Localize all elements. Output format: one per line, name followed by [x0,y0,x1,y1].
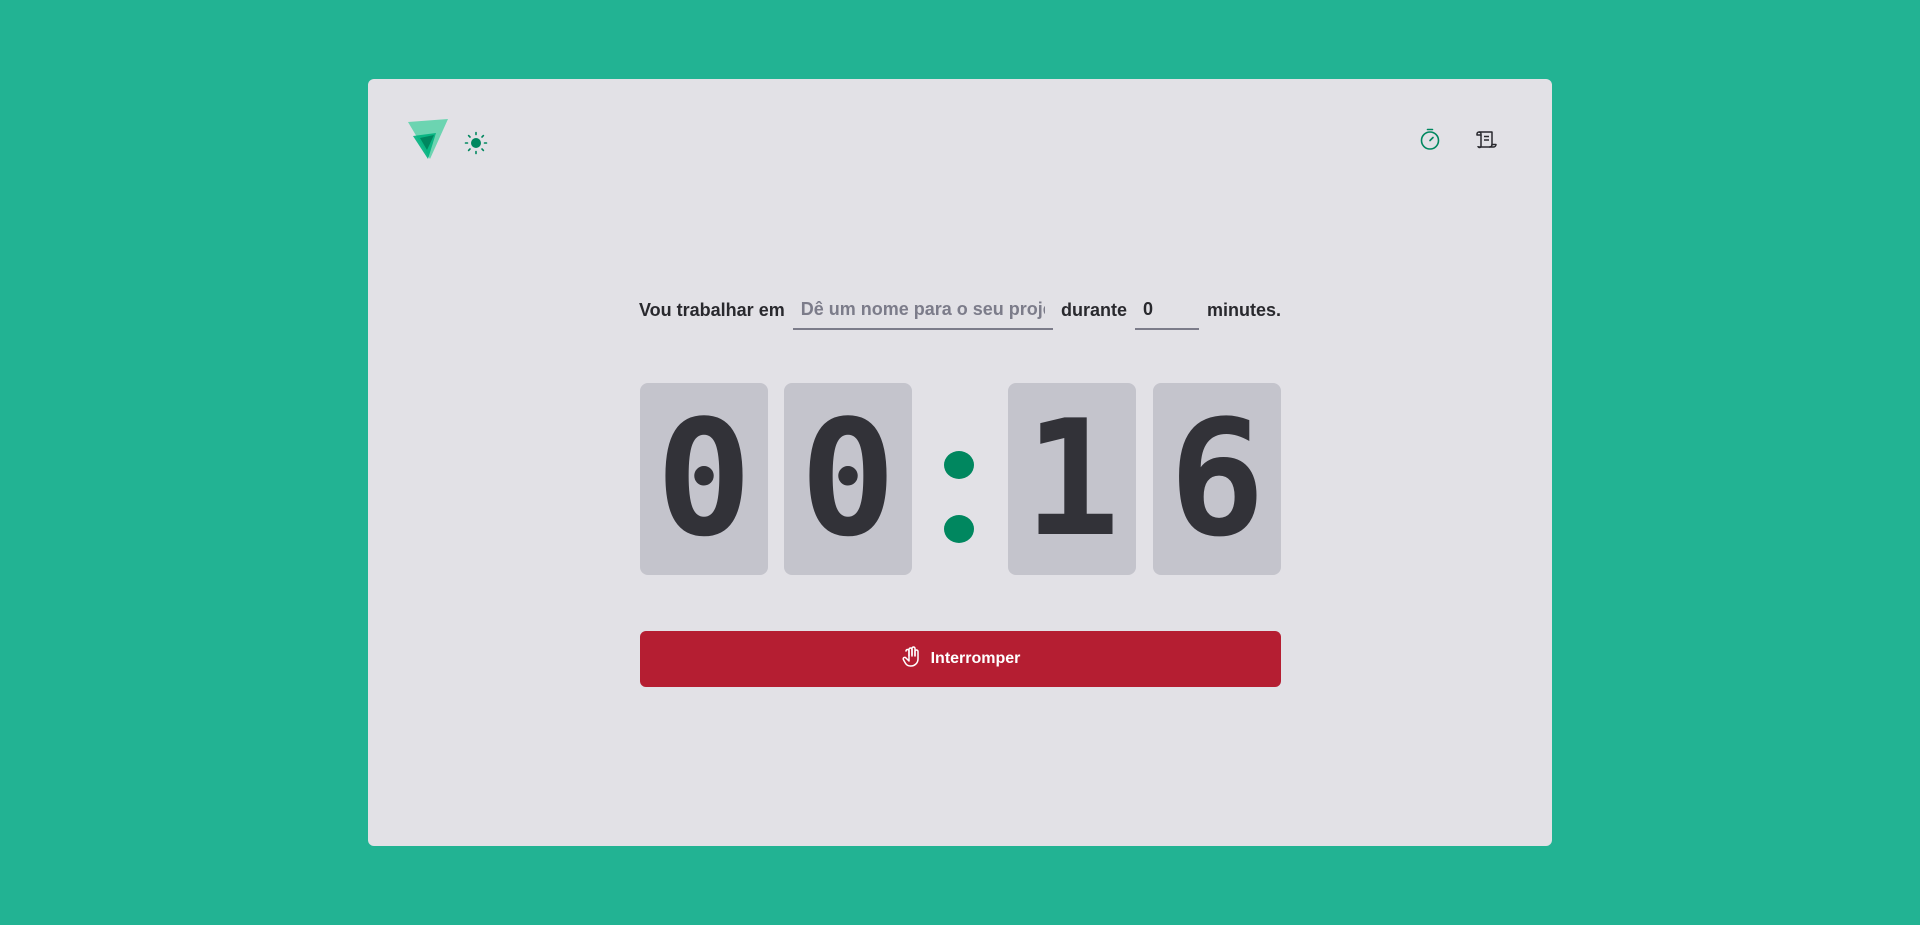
scroll-icon [1474,127,1498,156]
separator-dot-bottom [944,515,974,543]
timer-icon [1418,127,1442,156]
main-nav [1416,127,1500,155]
countdown-display: 0 0 1 6 [640,383,1281,575]
form-middle-label: durante [1060,299,1127,320]
theme-toggle-sun-icon[interactable] [464,131,488,155]
form-prefix-label: Vou trabalhar em [639,299,785,320]
countdown-separator [936,383,984,575]
nav-history-link[interactable] [1472,127,1500,155]
nav-timer-link[interactable] [1416,127,1444,155]
separator-dot-top [944,451,974,479]
app-logo-icon [408,119,452,163]
task-form: Vou trabalhar em durante minutes. [639,290,1281,330]
project-name-input[interactable] [792,290,1053,330]
form-suffix-label: minutes. [1206,299,1281,320]
interrupt-button-label: Interromper [930,650,1021,667]
hand-palm-icon [901,645,921,673]
interrupt-button[interactable]: Interromper [640,631,1281,687]
minutes-amount-input[interactable] [1134,290,1199,330]
countdown-minutes-ones: 0 [784,383,912,575]
countdown-seconds-ones: 6 [1153,383,1281,575]
timer-card: Vou trabalhar em durante minutes. 0 0 1 … [368,79,1552,846]
header [408,119,1512,181]
countdown-seconds-tens: 1 [1008,383,1136,575]
countdown-minutes-tens: 0 [640,383,768,575]
